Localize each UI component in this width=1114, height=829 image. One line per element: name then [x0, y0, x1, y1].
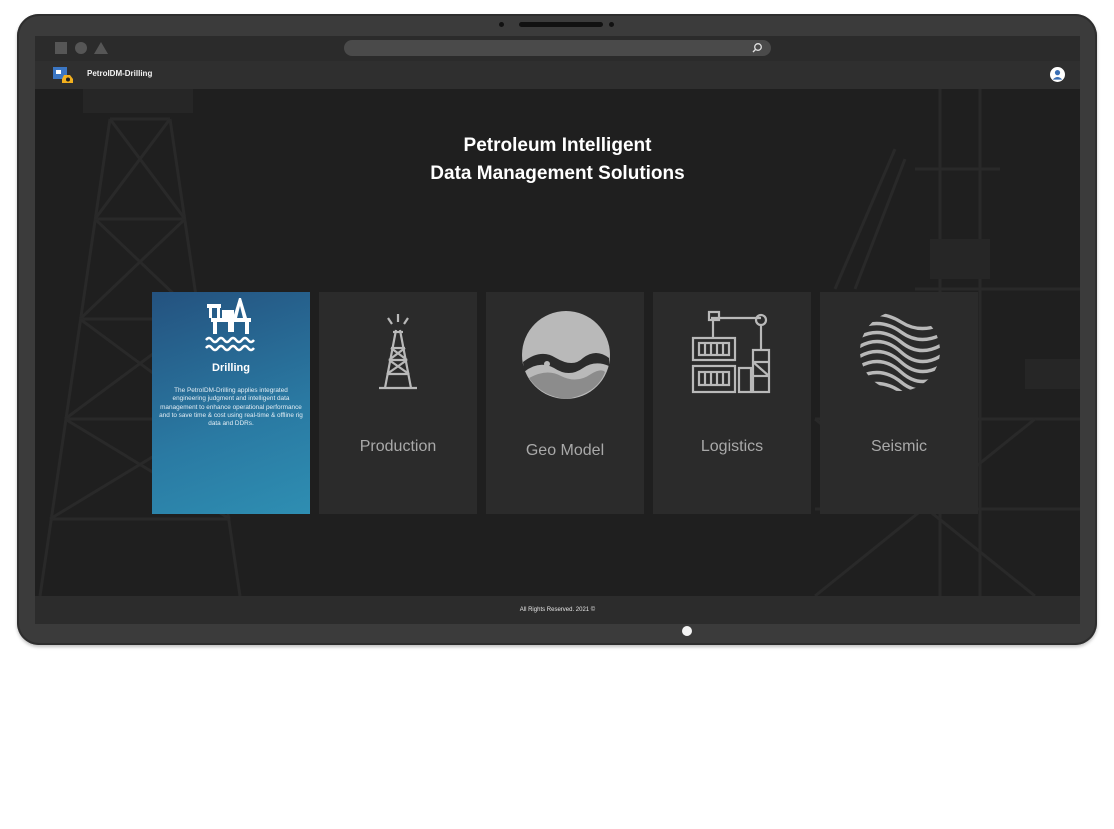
- seismic-waves-icon: [860, 312, 940, 391]
- card-label: Geo Model: [525, 442, 605, 459]
- app-header: PetroIDM-Drilling: [35, 61, 1080, 89]
- footer: All Rights Reserved. 2021 ©: [35, 596, 1080, 624]
- card-drilling[interactable]: Drilling The PetroIDM-Drilling applies i…: [152, 292, 310, 514]
- laptop-frame: PetroIDM-Drilling Petroleum Intelligent …: [17, 14, 1097, 645]
- triangle-icon[interactable]: [94, 42, 108, 54]
- browser-bar: [35, 36, 1080, 61]
- user-avatar-icon[interactable]: [1050, 67, 1065, 82]
- search-icon[interactable]: [751, 42, 763, 54]
- hero-line-2: Data Management Solutions: [430, 163, 685, 184]
- square-icon[interactable]: [55, 42, 67, 54]
- oil-derrick-icon: [379, 314, 417, 390]
- address-bar[interactable]: [344, 40, 771, 56]
- hero-line-1: Petroleum Intelligent: [463, 135, 652, 156]
- card-label: Seismic: [870, 438, 927, 455]
- crane-containers-icon: [691, 310, 771, 394]
- camera-dot-right: [609, 22, 614, 27]
- card-description: The PetroIDM-Drilling applies integrated…: [159, 387, 303, 428]
- offshore-rig-icon: [205, 298, 255, 352]
- footer-copyright: All Rights Reserved. 2021 ©: [519, 607, 596, 613]
- card-logistics[interactable]: Logistics: [653, 292, 811, 514]
- camera-bar: [519, 22, 603, 27]
- app-title[interactable]: PetroIDM-Drilling: [87, 69, 152, 78]
- card-geo-model[interactable]: Geo Model: [486, 292, 644, 514]
- home-indicator: [682, 626, 692, 636]
- app-logo-icon[interactable]: [53, 67, 75, 84]
- geo-model-icon: [522, 311, 610, 399]
- card-production[interactable]: Production: [319, 292, 477, 514]
- hero-heading: Petroleum Intelligent Data Management So…: [35, 132, 1080, 188]
- card-label: Production: [359, 438, 437, 455]
- card-title: Drilling: [212, 362, 250, 374]
- card-seismic[interactable]: Seismic: [820, 292, 978, 514]
- screen: PetroIDM-Drilling Petroleum Intelligent …: [35, 36, 1080, 624]
- circle-icon[interactable]: [75, 42, 87, 54]
- card-label: Logistics: [700, 438, 764, 455]
- camera-dot-left: [499, 22, 504, 27]
